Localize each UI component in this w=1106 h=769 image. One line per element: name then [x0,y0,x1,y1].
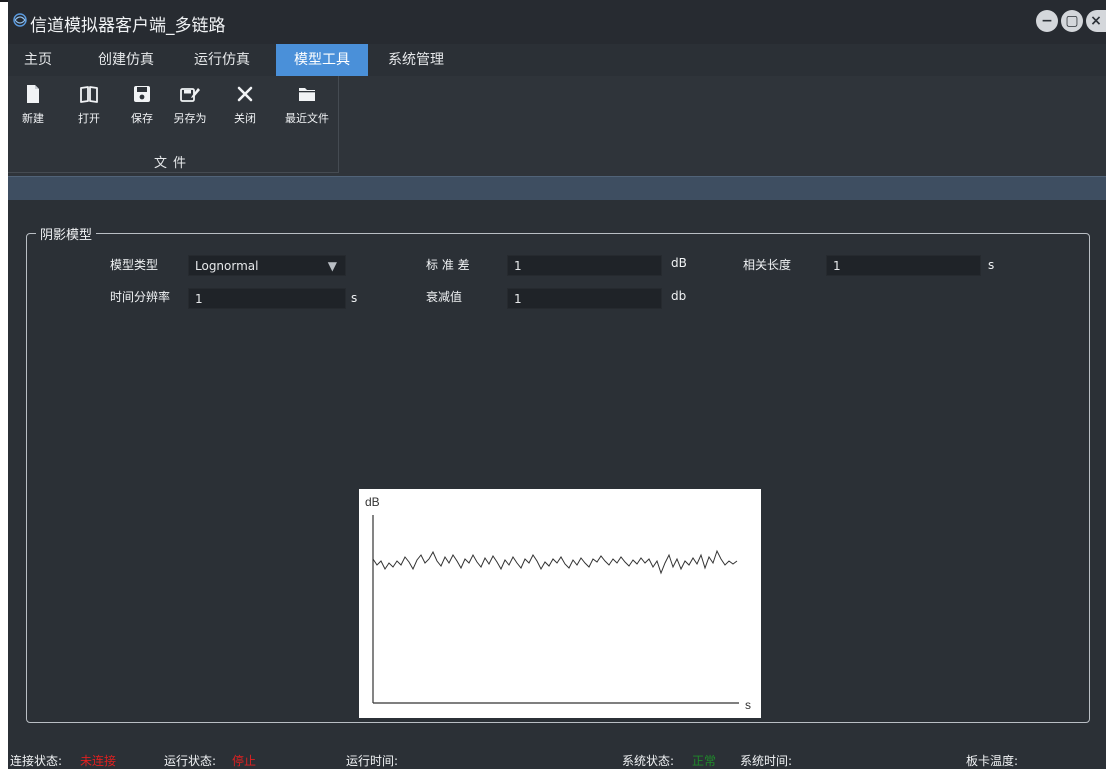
board-temperature-label: 板卡温度: [966,754,1019,768]
tab-create-simulation[interactable]: 创建仿真 [88,44,164,76]
close-x-icon [237,86,253,102]
x-axis-label: s [745,698,751,712]
corr-length-input[interactable]: 1 [826,255,981,276]
tab-system-management[interactable]: 系统管理 [378,44,454,76]
file-group-label: 文件 [153,156,192,171]
separator-band [8,176,1106,201]
y-axis-label: dB [365,495,380,509]
connection-status-label: 连接状态: [10,754,63,768]
attenuation-label: 衰减值 [426,290,463,304]
menu-bar: 主页 创建仿真 运行仿真 模型工具 系统管理 [8,44,1106,76]
close-file-label: 关闭 [234,112,256,125]
dropdown-arrow-icon: ▼ [327,259,337,273]
attenuation-unit: db [671,289,687,303]
shadowing-noise-curve [372,549,738,575]
save-as-label: 另存为 [173,112,207,125]
close-file-button[interactable]: 关闭 [227,84,263,126]
system-status-value: 正常 [692,754,717,768]
shadow-model-title: 阴影模型 [36,224,97,243]
recent-files-button[interactable]: 最近文件 [280,84,334,126]
open-book-icon [80,86,98,103]
ribbon-toolbar: 新建 打开 保存 另存为 关闭 最近文件 文件 [8,76,1106,176]
std-dev-unit: dB [671,256,687,270]
model-type-label: 模型类型 [110,258,159,272]
tab-home[interactable]: 主页 [16,44,60,76]
minimize-icon[interactable]: − [1036,10,1058,32]
system-status-label: 系统状态: [622,754,675,768]
maximize-icon[interactable]: ▢ [1061,10,1083,32]
shadowing-preview-chart: dB s [359,489,761,718]
new-button[interactable]: 新建 [15,84,51,126]
attenuation-input[interactable]: 1 [507,288,662,309]
open-label: 打开 [78,112,100,125]
folder-icon [299,88,315,101]
corr-length-label: 相关长度 [743,258,792,272]
corr-length-unit: s [988,258,995,272]
std-dev-label: 标 准 差 [426,258,470,272]
save-label: 保存 [131,112,153,125]
file-group: 新建 打开 保存 另存为 关闭 最近文件 文件 [8,76,339,173]
save-disk-icon [134,86,150,102]
run-status-label: 运行状态: [164,754,217,768]
open-button[interactable]: 打开 [71,84,107,126]
run-time-label: 运行时间: [346,754,399,768]
recent-files-label: 最近文件 [285,112,329,125]
run-status-value: 停止 [232,754,257,768]
app-logo-icon [13,13,27,27]
close-icon[interactable]: × [1086,10,1106,32]
title-bar: 信道模拟器客户端_多链路 − ▢ × [8,0,1106,44]
main-panel: 阴影模型 模型类型 Lognormal ▼ 标 准 差 1 dB 相关长度 1 … [8,200,1106,736]
new-file-icon [27,85,39,103]
time-res-label: 时间分辨率 [110,290,171,304]
window-title: 信道模拟器客户端_多链路 [30,16,226,36]
tab-run-simulation[interactable]: 运行仿真 [184,44,260,76]
status-bar: 连接状态: 未连接 运行状态: 停止 运行时间: 系统状态: 正常 系统时间: … [8,736,1106,769]
tab-model-tools[interactable]: 模型工具 [276,44,368,76]
model-type-select[interactable]: Lognormal ▼ [188,255,346,276]
model-type-value: Lognormal [195,259,259,273]
new-label: 新建 [22,112,44,125]
app-window: 信道模拟器客户端_多链路 − ▢ × 主页 创建仿真 运行仿真 模型工具 系统管… [8,0,1106,769]
time-res-input[interactable]: 1 [188,288,346,309]
save-as-button[interactable]: 另存为 [172,84,208,126]
connection-status-value: 未连接 [80,754,117,768]
system-time-label: 系统时间: [740,754,793,768]
save-button[interactable]: 保存 [124,84,160,126]
time-res-unit: s [351,291,358,305]
save-as-icon [180,88,200,102]
std-dev-input[interactable]: 1 [507,255,662,276]
preview-plot: dB s [365,495,751,712]
